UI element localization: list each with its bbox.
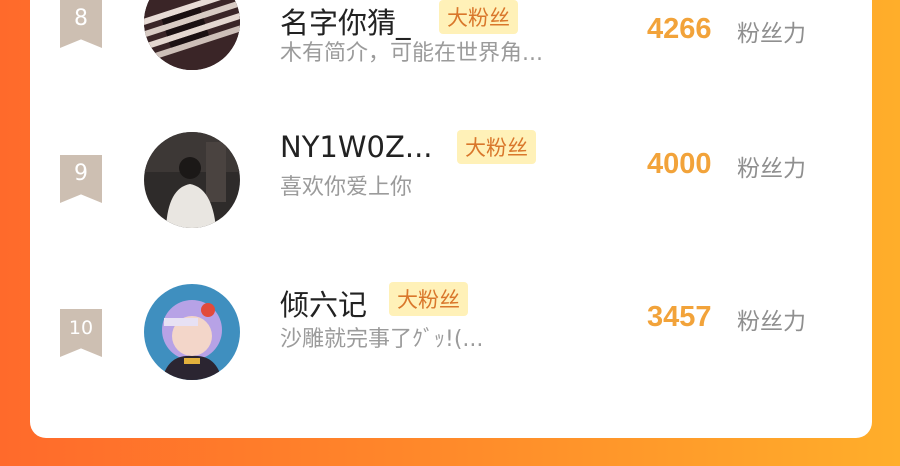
user-bio: 沙雕就完事了ｸﾞｯ!(...: [280, 327, 484, 352]
piano-keys-image: [144, 0, 240, 70]
rank-badge: 10: [60, 309, 102, 357]
rank-badge: 9: [60, 155, 102, 203]
avatar[interactable]: [144, 284, 240, 380]
user-bio: 喜欢你爱上你: [280, 175, 413, 200]
fan-score-unit: 粉丝力: [737, 21, 806, 47]
list-item[interactable]: 8 名字你猜_ 大粉丝 木有简介，可能在世界角... 4266 粉丝力: [30, 0, 872, 100]
fan-ranking-card: 8 名字你猜_ 大粉丝 木有简介，可能在世界角... 4266 粉丝力 9 NY…: [30, 0, 872, 438]
fan-score: 4000: [647, 148, 712, 180]
fan-score: 3457: [647, 301, 712, 333]
user-name[interactable]: 倾六记: [280, 282, 367, 324]
avatar[interactable]: [144, 132, 240, 228]
anime-character-image: [144, 284, 240, 380]
status-badge: 大粉丝: [439, 0, 518, 34]
user-bio: 木有简介，可能在世界角...: [280, 41, 543, 66]
list-item[interactable]: 10 倾六记 大粉丝 沙雕就完事了ｸﾞｯ!(... 3457 粉丝力: [30, 282, 872, 404]
list-item[interactable]: 9 NY1W0Z... 大粉丝 喜欢你爱上你 4000 粉丝力: [30, 130, 872, 250]
person-photo-image: [144, 132, 240, 228]
fan-score-unit: 粉丝力: [737, 156, 806, 182]
user-name[interactable]: NY1W0Z...: [280, 130, 433, 164]
fan-score: 4266: [647, 13, 712, 45]
avatar[interactable]: [144, 0, 240, 70]
status-badge: 大粉丝: [389, 282, 468, 316]
status-badge: 大粉丝: [457, 130, 536, 164]
fan-score-unit: 粉丝力: [737, 309, 806, 335]
rank-badge: 8: [60, 0, 102, 48]
